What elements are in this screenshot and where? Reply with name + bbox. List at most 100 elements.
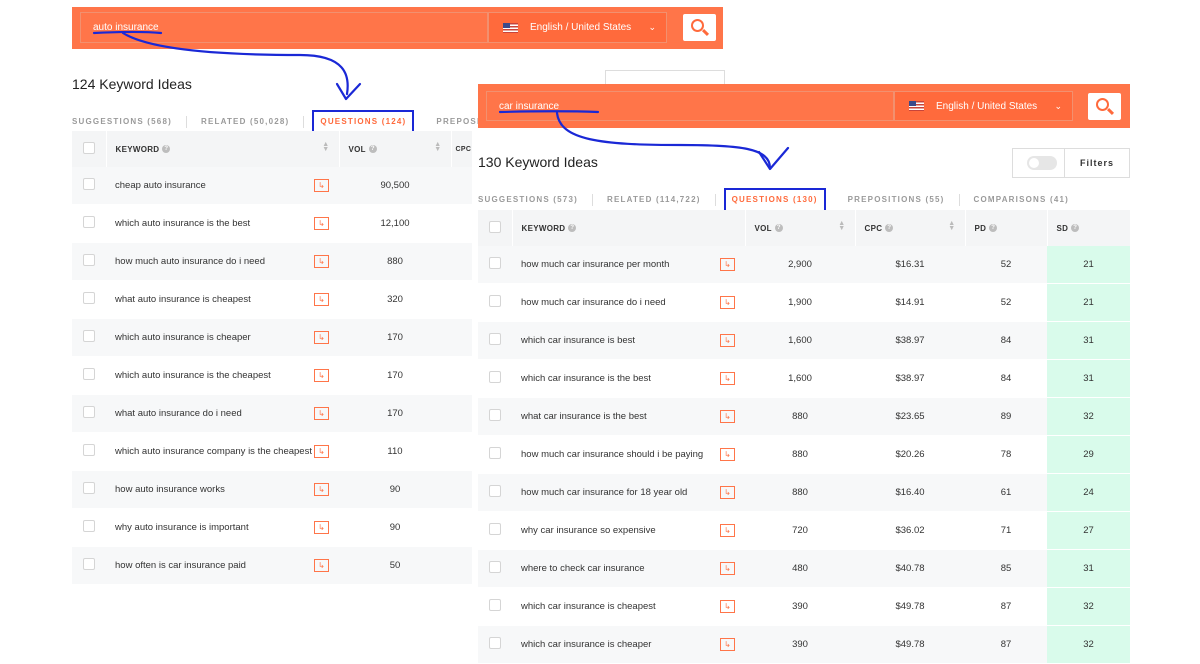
filters-box[interactable] [605,70,725,85]
column-sd[interactable]: SD? [1047,210,1131,246]
language-selector[interactable]: English / United States ⌄ [488,12,667,43]
open-serp-icon[interactable]: ↳ [720,562,735,575]
open-serp-icon[interactable]: ↳ [720,334,735,347]
row-checkbox[interactable] [478,321,512,360]
keyword-text[interactable]: which auto insurance is the cheapest [115,370,271,381]
keyword-text[interactable]: why auto insurance is important [115,522,249,533]
keyword-text[interactable]: where to check car insurance [521,563,645,574]
row-checkbox[interactable] [478,473,512,512]
row-checkbox[interactable] [478,283,512,322]
row-checkbox[interactable] [478,511,512,550]
keyword-text[interactable]: which auto insurance company is the chea… [115,446,312,457]
language-selector[interactable]: English / United States ⌄ [894,91,1073,121]
column-pd[interactable]: PD? [965,210,1048,246]
column-keyword[interactable]: KEYWORD? [512,210,746,246]
open-serp-icon[interactable]: ↳ [720,410,735,423]
open-serp-icon[interactable]: ↳ [314,179,329,192]
tab-related[interactable]: RELATED (114,722) [593,194,716,206]
row-checkbox[interactable] [478,587,512,626]
open-serp-icon[interactable]: ↳ [314,369,329,382]
tab-questions[interactable]: QUESTIONS (130) [723,188,826,212]
row-checkbox[interactable] [478,549,512,588]
row-checkbox[interactable] [478,246,512,284]
open-serp-icon[interactable]: ↳ [720,600,735,613]
keyword-text[interactable]: what auto insurance do i need [115,408,242,419]
tab-prepositions[interactable]: PREPOSITIONS (55) [834,194,960,206]
row-checkbox[interactable] [478,625,512,664]
open-serp-icon[interactable]: ↳ [314,293,329,306]
open-serp-icon[interactable]: ↳ [314,407,329,420]
row-checkbox[interactable] [478,359,512,398]
keyword-text[interactable]: which car insurance is the best [521,373,651,384]
tab-suggestions[interactable]: SUGGESTIONS (573) [478,194,593,206]
column-vol[interactable]: VOL? ▲ ▼ [745,210,856,246]
open-serp-icon[interactable]: ↳ [314,445,329,458]
row-checkbox[interactable] [72,394,106,433]
keyword-text[interactable]: which auto insurance is the best [115,218,250,229]
row-checkbox[interactable] [72,242,106,281]
tab-comparisons[interactable]: COMPARISONS (41) [960,194,1084,206]
keyword-text[interactable]: which car insurance is best [521,335,635,346]
keyword-text[interactable]: which car insurance is cheaper [521,639,651,650]
row-checkbox[interactable] [72,167,106,205]
row-checkbox[interactable] [72,546,106,585]
keyword-text[interactable]: why car insurance so expensive [521,525,656,536]
row-checkbox[interactable] [72,470,106,509]
sort-icon[interactable]: ▲ ▼ [322,141,329,153]
open-serp-icon[interactable]: ↳ [720,486,735,499]
open-serp-icon[interactable]: ↳ [314,217,329,230]
keyword-text[interactable]: how auto insurance works [115,484,225,495]
cpc-cell: $49.78 [855,587,965,626]
keyword-text[interactable]: what auto insurance is cheapest [115,294,251,305]
open-serp-icon[interactable]: ↳ [314,483,329,496]
column-keyword[interactable]: KEYWORD? ▲ ▼ [106,131,340,167]
open-serp-icon[interactable]: ↳ [720,448,735,461]
column-cpc[interactable]: CPC? ▲ ▼ [855,210,966,246]
column-cpc[interactable]: CPC [451,131,473,167]
filters-button[interactable]: Filters [1063,149,1129,177]
row-checkbox[interactable] [72,356,106,395]
tab-suggestions[interactable]: SUGGESTIONS (568) [72,116,187,128]
filters-toggle[interactable] [1027,156,1057,170]
sort-icon[interactable]: ▲ ▼ [434,141,441,153]
open-serp-icon[interactable]: ↳ [720,296,735,309]
sort-icon[interactable]: ▲ ▼ [948,220,955,232]
row-checkbox[interactable] [478,435,512,474]
keyword-text[interactable]: how much car insurance do i need [521,297,666,308]
keyword-text[interactable]: how much car insurance per month [521,259,669,270]
search-input[interactable]: car insurance [486,91,894,121]
open-serp-icon[interactable]: ↳ [314,559,329,572]
keyword-text[interactable]: which car insurance is cheapest [521,601,656,612]
open-serp-icon[interactable]: ↳ [720,638,735,651]
open-serp-icon[interactable]: ↳ [314,255,329,268]
keyword-text[interactable]: what car insurance is the best [521,411,647,422]
tab-related[interactable]: RELATED (50,028) [187,116,305,128]
select-all-checkbox[interactable] [478,210,513,246]
table-row: which car insurance is the best ↳ 1,600 $38… [478,359,1130,398]
keyword-text[interactable]: how much car insurance for 18 year old [521,487,687,498]
search-input[interactable]: auto insurance [80,12,488,43]
open-serp-icon[interactable]: ↳ [314,521,329,534]
row-checkbox[interactable] [72,280,106,319]
open-serp-icon[interactable]: ↳ [314,331,329,344]
sort-icon[interactable]: ▲ ▼ [838,220,845,232]
open-serp-icon[interactable]: ↳ [720,372,735,385]
keyword-text[interactable]: how often is car insurance paid [115,560,246,571]
keyword-text[interactable]: cheap auto insurance [115,180,206,191]
row-checkbox[interactable] [72,318,106,357]
search-button[interactable] [1088,93,1121,120]
open-serp-icon[interactable]: ↳ [720,524,735,537]
keyword-text[interactable]: how much car insurance should i be payin… [521,449,703,460]
row-checkbox[interactable] [72,432,106,471]
select-all-checkbox[interactable] [72,131,107,167]
search-button[interactable] [683,14,716,41]
table-row: what auto insurance is cheapest ↳ 320 [72,280,472,319]
row-checkbox[interactable] [72,204,106,243]
row-checkbox[interactable] [478,397,512,436]
cpc-cell [451,318,472,357]
keyword-text[interactable]: which auto insurance is cheaper [115,332,251,343]
column-vol[interactable]: VOL? ▲ ▼ [339,131,452,167]
keyword-text[interactable]: how much auto insurance do i need [115,256,265,267]
open-serp-icon[interactable]: ↳ [720,258,735,271]
row-checkbox[interactable] [72,508,106,547]
